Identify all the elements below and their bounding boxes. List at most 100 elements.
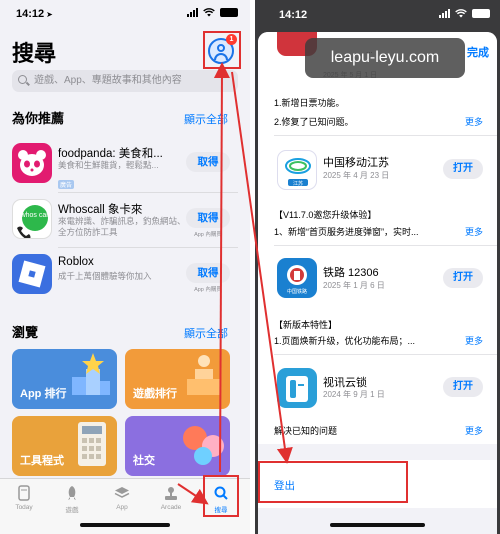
see-all-browse-link[interactable]: 顯示全部 [184,325,228,341]
tab-arcade[interactable]: Arcade [151,485,191,511]
arcade-icon [165,487,177,500]
battery-icon [472,9,490,18]
open-button-china-mobile[interactable]: 打开 [443,159,483,179]
divider [274,245,497,246]
watermark-label: leapu-leyu.com [305,38,465,78]
app-date: 2025 年 4 月 23 日 [323,171,390,180]
app-subtitle: 來電辨識、詐騙訊息，釣魚網站、全方位防詐工具 [58,216,186,237]
category-card-game-ranking[interactable]: 遊戲排行 [125,349,230,409]
svg-text:中国铁路: 中国铁路 [287,288,307,295]
tab-today[interactable]: Today [4,485,44,511]
rocket-icon [68,486,76,500]
see-all-recommend-link[interactable]: 顯示全部 [184,111,228,127]
divider [274,135,497,136]
search-placeholder: 遊戲、App、專題故事和其他內容 [34,75,182,86]
status-icons [187,8,238,17]
signal-icon [439,9,450,18]
app-name: 铁路 12306 [323,267,379,279]
open-button-railway[interactable]: 打开 [443,268,483,288]
divider [58,247,238,248]
in-app-purchase-note: App 內購買 [194,287,222,293]
china-mobile-icon: 江苏 [277,150,317,190]
category-card-app-ranking[interactable]: App 排行 [12,349,117,409]
app-date: 2024 年 9 月 1 日 [323,390,385,399]
tab-games[interactable]: 遊戲 [52,485,92,514]
battery-icon [220,8,238,17]
wifi-icon [203,8,215,17]
more-link[interactable]: 更多 [465,225,483,238]
release-note: 1、新增“首页服务进度弹窗”，实时... [274,227,419,237]
app-name: foodpanda: 美食和... [58,148,163,160]
list-item-foodpanda[interactable]: foodpanda: 美食和... 美食和生鮮雜貨，輕鬆點... 廣告 取得 [12,143,238,189]
app-subtitle: 美食和生鮮雜貨，輕鬆點... [58,160,159,170]
release-note: 1.页面焕新升级，优化功能布局；... [274,336,416,346]
app-name: Whoscall 象卡來 [58,204,143,216]
app-store-search-screen: 14:12 ➤ 搜尋 1 遊戲、App、專題故事和其他內容 為你推薦 顯示全部 f… [0,0,250,534]
category-label: 工具程式 [20,455,64,467]
divider [58,192,238,193]
open-button-video-lock[interactable]: 打开 [443,377,483,397]
category-label: 社交 [133,455,155,467]
category-label: 遊戲排行 [133,388,177,400]
done-button[interactable]: 完成 [467,44,489,60]
more-link[interactable]: 更多 [465,334,483,347]
more-link[interactable]: 更多 [465,115,483,128]
status-time: 14:12 ➤ [16,8,53,20]
more-link[interactable]: 更多 [465,424,483,437]
page-title: 搜尋 [12,41,57,66]
signal-icon [187,8,198,17]
section-title-browse: 瀏覽 [12,325,39,340]
status-bar: 14:12 [255,0,500,28]
app-name: Roblox [58,256,94,268]
search-icon [214,486,228,500]
status-time: 14:12 [279,9,308,21]
section-title-recommend: 為你推薦 [12,111,65,126]
search-icon [18,75,27,84]
person-icon [217,44,225,52]
tab-apps[interactable]: App [102,485,142,511]
app-subtitle: 成千上萬個體驗等你加入 [58,271,152,281]
divider [274,354,497,355]
screenshot-composite: 14:12 ➤ 搜尋 1 遊戲、App、專題故事和其他內容 為你推薦 顯示全部 f… [0,0,500,534]
updates-list: ... 2025 年 5 月 1 日 完成 1.新增日票功能。 2.修复了已知问… [258,32,497,444]
category-card-utilities[interactable]: 工具程式 [12,416,117,476]
release-note: 【V11.7.0邀您升级体验】 [274,210,377,220]
release-note: 解决已知的问题 [274,426,338,436]
get-button-roblox[interactable]: 取得 [186,263,230,283]
logout-button[interactable]: 登出 [274,478,295,493]
railway-12306-icon: 中国铁路 [277,258,317,298]
category-label: App 排行 [20,388,67,400]
tab-search[interactable]: 搜尋 [201,485,241,514]
roblox-icon [12,254,52,294]
foodpanda-icon [12,143,52,183]
release-note: 【新版本特性】 [274,320,338,330]
app-date: 2025 年 1 月 6 日 [323,281,385,290]
home-indicator [80,523,170,527]
account-sheet: ... 2025 年 5 月 1 日 完成 1.新增日票功能。 2.修复了已知问… [258,32,497,534]
get-button-foodpanda[interactable]: 取得 [186,152,230,172]
release-note: 2.修复了已知问题。 [274,117,354,127]
svg-text:whos call: whos call [20,212,50,219]
status-icons [439,9,490,18]
get-button-whoscall[interactable]: 取得 [186,208,230,228]
list-item-roblox[interactable]: Roblox 成千上萬個體驗等你加入 取得 App 內購買 [12,254,238,298]
notification-badge: 1 [226,34,237,45]
ad-badge: 廣告 [58,180,75,189]
whoscall-icon: whos call [12,199,52,239]
svg-text:江苏: 江苏 [293,180,303,187]
status-bar: 14:12 ➤ [0,0,250,26]
layers-icon [114,487,130,498]
in-app-purchase-note: App 內購買 [194,232,222,238]
app-name: 视讯云锁 [323,377,367,389]
logout-section: 登出 [258,460,497,508]
home-indicator [330,523,425,527]
release-note: 1.新增日票功能。 [274,98,345,108]
video-cloud-lock-icon [277,368,317,408]
account-updates-screen: 14:12 ... 2025 年 5 月 1 日 完成 1.新增日票功能。 2.… [255,0,500,534]
today-icon [18,485,30,501]
search-input[interactable]: 遊戲、App、專題故事和其他內容 [12,70,238,92]
category-card-social[interactable]: 社交 [125,416,230,476]
app-name: 中国移动江苏 [323,157,389,169]
list-item-whoscall[interactable]: whos call Whoscall 象卡來 來電辨識、詐騙訊息，釣魚網站、全方… [12,199,238,243]
wifi-icon [455,9,467,18]
